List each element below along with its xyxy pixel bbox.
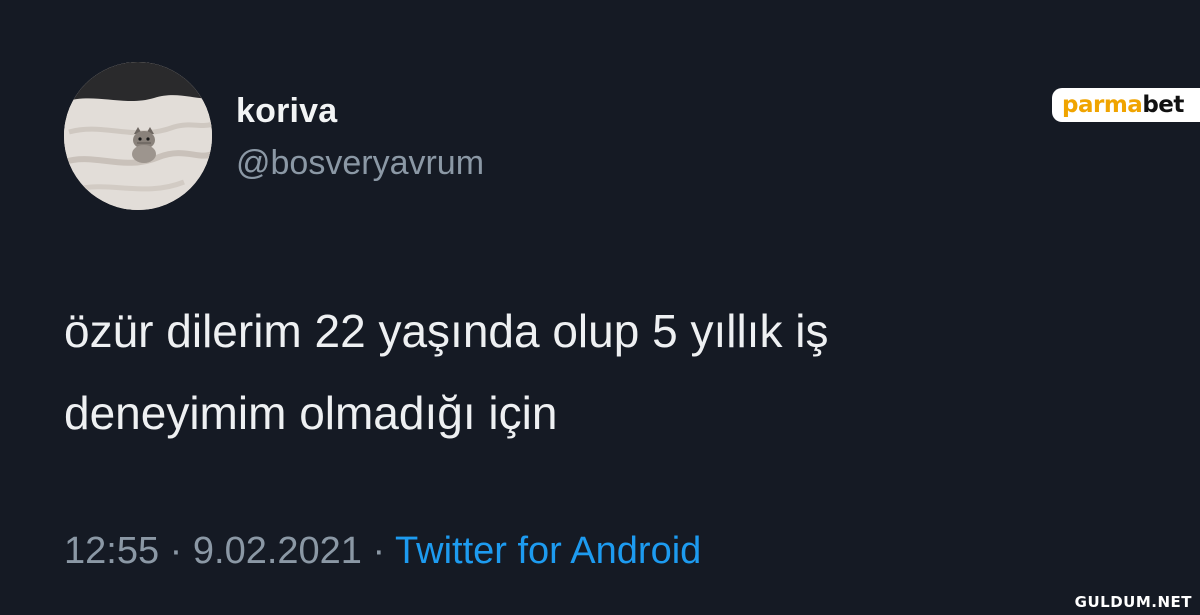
display-name[interactable]: koriva — [236, 92, 337, 131]
tweet-source-link[interactable]: Twitter for Android — [395, 530, 701, 572]
meta-separator: · — [169, 530, 183, 572]
meta-separator: · — [372, 530, 386, 572]
brand-logo-part1: parma — [1062, 92, 1143, 118]
tweet-text-line: deneyimim olmadığı için — [64, 387, 558, 439]
tweet-text-line: özür dilerim 22 yaşında olup 5 yıllık iş — [64, 305, 829, 357]
user-handle[interactable]: @bosveryavrum — [236, 144, 484, 183]
tweet-card: koriva @bosveryavrum parma bet özür diler… — [0, 0, 1200, 615]
tweet-text: özür dilerim 22 yaşında olup 5 yıllık iş… — [64, 290, 1114, 454]
avatar[interactable] — [64, 62, 212, 210]
tweet-meta: 12:55 · 9.02.2021 · Twitter for Android — [64, 530, 701, 573]
brand-logo: parma bet — [1052, 88, 1200, 122]
tweet-time[interactable]: 12:55 — [64, 530, 159, 572]
brand-logo-part2: bet — [1142, 92, 1184, 118]
cat-on-bed-icon — [64, 62, 212, 210]
tweet-date[interactable]: 9.02.2021 — [193, 530, 362, 572]
site-watermark: GULDUM.NET — [1074, 593, 1192, 611]
